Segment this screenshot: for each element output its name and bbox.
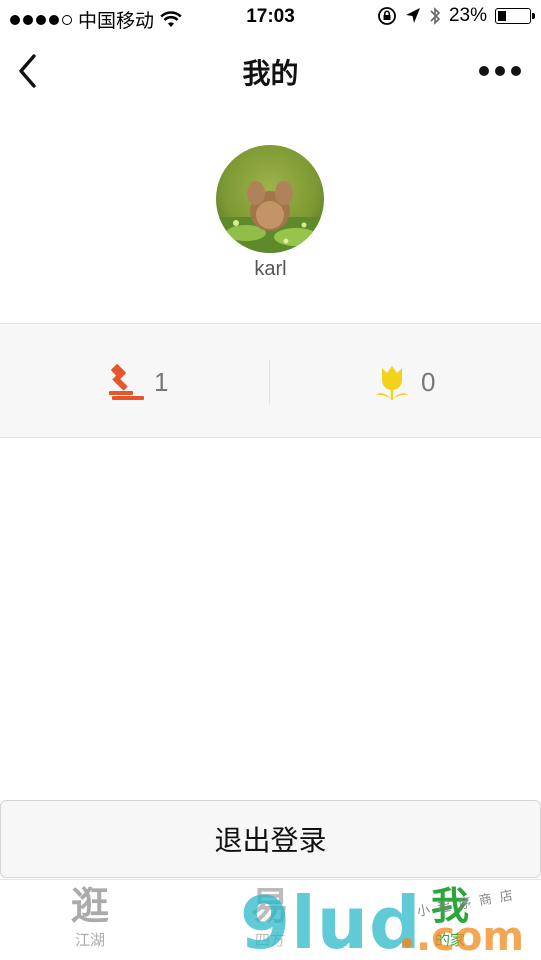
tab-dejia-label: 的家 [434, 932, 465, 949]
logout-button[interactable]: 退出登录 [0, 800, 541, 878]
stat-flower-value: 0 [421, 366, 436, 397]
tab-sifang-label: 四方 [254, 932, 285, 949]
rotation-lock-icon [378, 7, 396, 25]
stats-divider [269, 360, 270, 404]
tab-jianghu-label: 江湖 [74, 932, 105, 949]
location-arrow-icon [405, 8, 420, 23]
auction-hammer-icon [109, 364, 144, 400]
tab-sifang-icon: 易 [250, 886, 289, 928]
screen: 中国移动 17:03 23% 我的 karl 1 0 退出登录 逛 江湖 易 四… [0, 0, 541, 960]
bluetooth-icon [430, 7, 441, 25]
stats-panel: 1 0 [0, 323, 541, 438]
tab-jianghu[interactable]: 逛 江湖 [30, 884, 150, 952]
tulip-icon [375, 366, 409, 400]
stat-auction-value: 1 [154, 366, 169, 397]
tab-bar: 逛 江湖 易 四方 我 的家 [0, 879, 541, 960]
battery-percent: 23% [448, 5, 487, 26]
status-bar: 中国移动 17:03 23% [0, 0, 541, 36]
stat-auction[interactable]: 1 [106, 360, 168, 404]
status-right: 23% [377, 5, 535, 27]
tab-dejia[interactable]: 我 的家 [390, 884, 510, 952]
battery-icon [495, 8, 535, 24]
nav-bar: 我的 [0, 36, 541, 106]
stat-flower[interactable]: 0 [373, 360, 435, 404]
tab-jianghu-icon: 逛 [70, 886, 109, 928]
tab-sifang[interactable]: 易 四方 [210, 884, 330, 952]
avatar[interactable] [216, 145, 324, 253]
tab-dejia-icon: 我 [430, 886, 469, 928]
ellipsis-icon[interactable] [479, 62, 521, 80]
page-title: 我的 [242, 58, 299, 89]
username: karl [254, 258, 287, 280]
